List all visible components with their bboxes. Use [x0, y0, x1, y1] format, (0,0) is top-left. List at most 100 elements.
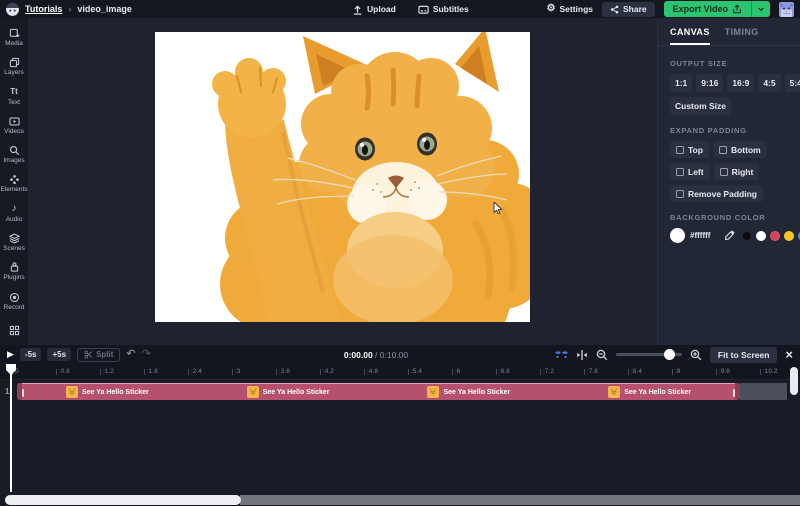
sticker-thumbnail-icon	[608, 386, 620, 398]
ratio-1-1-button[interactable]: 1:1	[670, 74, 692, 92]
elements-icon	[9, 174, 20, 185]
sidebar-item-videos[interactable]: Videos	[0, 111, 28, 140]
sidebar-item-elements[interactable]: Elements	[0, 169, 28, 198]
gear-icon: ⚙	[547, 4, 556, 14]
playhead-line[interactable]	[10, 373, 12, 492]
tab-canvas[interactable]: CANVAS	[670, 27, 710, 45]
ratio-16-9-button[interactable]: 16:9	[727, 74, 754, 92]
clip-trim-handle-left[interactable]	[22, 389, 24, 397]
ruler-tick: :4.2	[320, 368, 364, 375]
ratio-9-16-button[interactable]: 9:16	[696, 74, 723, 92]
track-overflow-area	[740, 383, 787, 400]
ruler-tick: :6.6	[496, 368, 540, 375]
export-button-group: Export Video	[664, 1, 770, 17]
checkbox-icon	[676, 190, 684, 198]
redo-button[interactable]: ↷	[142, 349, 151, 360]
output-size-heading: OUTPUT SIZE	[670, 59, 788, 68]
current-color-swatch[interactable]	[670, 228, 685, 243]
zoom-slider-knob[interactable]	[664, 349, 675, 360]
padding-right-checkbox[interactable]: Right	[714, 163, 760, 180]
clip-segment: See Ya Hello Sticker	[379, 384, 560, 400]
sidebar-item-layers[interactable]: Layers	[0, 52, 28, 81]
sidebar-label: Record	[4, 304, 25, 311]
ruler-tick: :9	[672, 368, 716, 375]
timeline-ruler[interactable]: 0 :0.6 :1.2 :1.8 :2.4 :3 :3.6 :4.2 :4.8 …	[0, 364, 800, 380]
skip-forward-button[interactable]: +5s	[47, 348, 71, 361]
settings-button[interactable]: ⚙ Settings	[547, 4, 594, 14]
share-button[interactable]: Share	[602, 2, 655, 17]
sticker-clip[interactable]: See Ya Hello Sticker See Ya Hello Sticke…	[17, 383, 740, 400]
time-separator: /	[373, 350, 380, 360]
padding-top-checkbox[interactable]: Top	[670, 141, 709, 158]
remove-padding-checkbox[interactable]: Remove Padding	[670, 185, 763, 202]
tab-timing[interactable]: TIMING	[725, 27, 759, 45]
marker-snap-icon[interactable]	[555, 349, 568, 360]
sidebar-label: Videos	[4, 128, 24, 135]
ruler-tick: :1.2	[100, 368, 144, 375]
timeline-tracks: 1 See Ya Hello Sticker See Ya Hello Stic…	[0, 380, 800, 494]
checkbox-icon	[676, 146, 684, 154]
remove-padding-label: Remove Padding	[688, 189, 757, 199]
user-avatar[interactable]	[779, 2, 794, 17]
close-timeline-icon[interactable]: ×	[785, 348, 793, 361]
ratio-5-4-button[interactable]: 5:4	[785, 74, 800, 92]
skip-back-button[interactable]: -5s	[20, 348, 42, 361]
swatch-black[interactable]	[742, 231, 752, 241]
subtitles-button[interactable]: Subtitles	[418, 4, 469, 15]
top-bar: Tutorials › video_image Upload Subtitles…	[0, 0, 800, 18]
upload-button[interactable]: Upload	[352, 4, 396, 15]
breadcrumb: Tutorials › video_image	[6, 3, 132, 16]
padding-bottom-checkbox[interactable]: Bottom	[713, 141, 767, 158]
undo-button[interactable]: ↶	[126, 349, 135, 360]
sidebar-label: Plugins	[3, 274, 24, 281]
custom-size-button[interactable]: Custom Size	[670, 97, 731, 115]
ruler-tick: :4.8	[364, 368, 408, 375]
music-note-icon: ♪	[12, 204, 17, 215]
padding-top-label: Top	[688, 145, 703, 155]
swatch-yellow[interactable]	[784, 231, 794, 241]
video-canvas[interactable]	[155, 32, 530, 322]
fit-to-screen-button[interactable]: Fit to Screen	[710, 347, 777, 363]
sidebar-item-scenes[interactable]: Scenes	[0, 228, 28, 257]
sidebar-item-audio[interactable]: ♪ Audio	[0, 199, 28, 228]
workspace	[28, 18, 657, 345]
record-icon	[9, 292, 20, 303]
sidebar-item-media[interactable]: Media	[0, 23, 28, 52]
timeline-zoom-slider[interactable]	[616, 353, 682, 356]
swatch-white[interactable]	[756, 231, 766, 241]
breadcrumb-separator: ›	[68, 4, 71, 14]
play-button[interactable]: ▶	[7, 349, 14, 360]
export-video-button[interactable]: Export Video	[664, 1, 751, 17]
zoom-out-icon[interactable]	[596, 349, 608, 361]
breadcrumb-project-link[interactable]: Tutorials	[25, 4, 62, 14]
sidebar-item-record[interactable]: Record	[0, 286, 28, 315]
background-color-heading: BACKGROUND COLOR	[670, 213, 788, 222]
swatch-red[interactable]	[770, 231, 780, 241]
export-options-button[interactable]	[751, 1, 770, 17]
timeline-vertical-scrollbar[interactable]	[790, 367, 798, 395]
ruler-tick: :3	[232, 368, 276, 375]
ratio-4-5-button[interactable]: 4:5	[758, 74, 780, 92]
sidebar-label: Images	[3, 157, 24, 164]
search-images-icon	[9, 145, 20, 156]
eyedropper-button[interactable]	[724, 230, 735, 241]
sidebar-item-plugins[interactable]: Plugins	[0, 257, 28, 286]
scrollbar-thumb[interactable]	[5, 495, 241, 505]
split-button[interactable]: Split	[77, 348, 120, 362]
scrollbar-track[interactable]	[240, 495, 800, 505]
split-playhead-icon[interactable]	[576, 349, 588, 361]
sidebar-item-apps[interactable]	[0, 316, 28, 345]
app-logo-icon[interactable]	[6, 3, 19, 16]
sidebar-item-images[interactable]: Images	[0, 140, 28, 169]
clip-trim-handle-right[interactable]	[733, 389, 735, 397]
ruler-tick: :7.8	[584, 368, 628, 375]
checkbox-icon	[720, 168, 728, 176]
split-label: Split	[96, 350, 113, 359]
preset-swatches	[742, 231, 800, 241]
export-icon	[732, 4, 742, 14]
sidebar-label: Elements	[0, 186, 27, 193]
sidebar-item-text[interactable]: Tt Text	[0, 82, 28, 111]
scissors-icon	[84, 350, 93, 359]
zoom-in-icon[interactable]	[690, 349, 702, 361]
padding-left-checkbox[interactable]: Left	[670, 163, 710, 180]
